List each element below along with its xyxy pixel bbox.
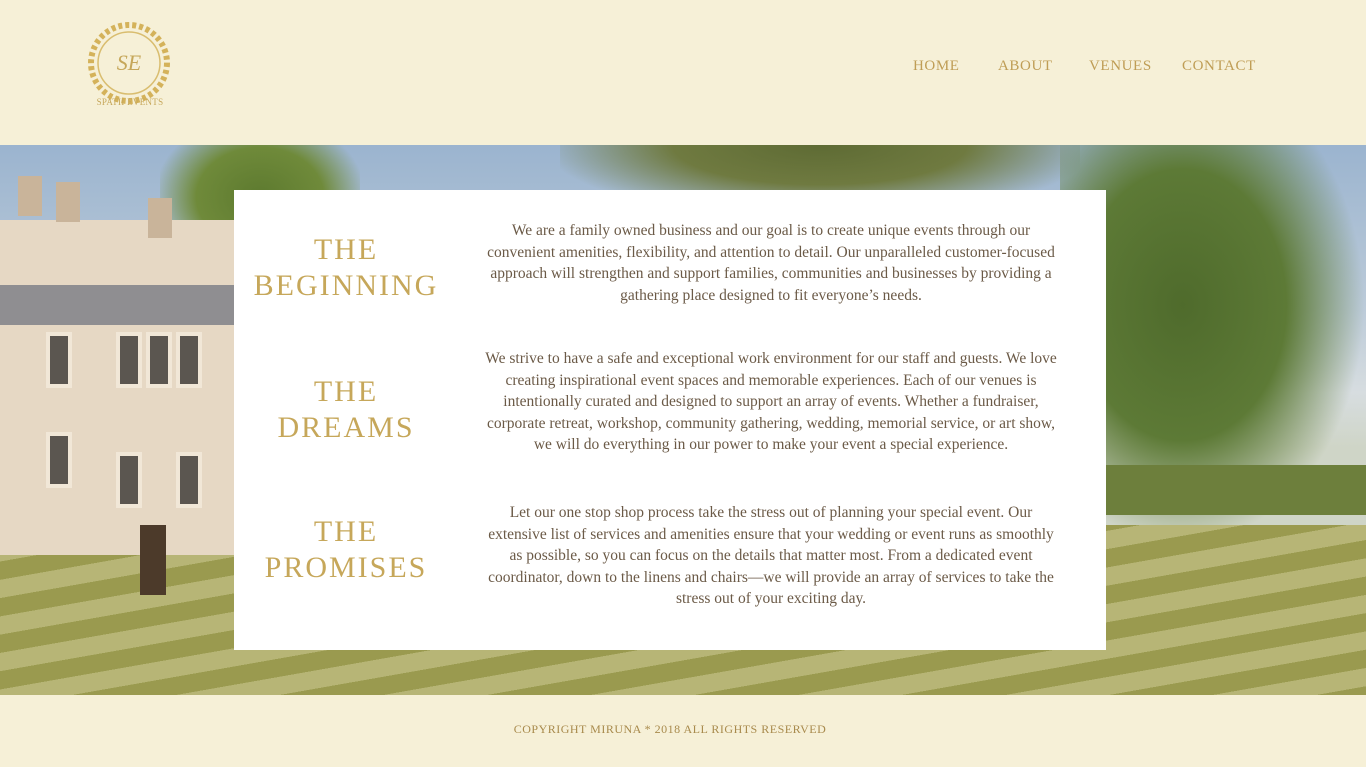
section-title-line1: THE: [313, 515, 379, 548]
section-title-line1: THE: [313, 233, 379, 266]
section-title-promises: THE PROMISES: [234, 514, 458, 586]
main-nav: HOME ABOUT VENUES CONTACT: [0, 58, 1366, 82]
section-text-beginning: We are a family owned business and our g…: [487, 222, 1055, 304]
site-footer: COPYRIGHT MIRUNA * 2018 ALL RIGHTS RESER…: [0, 695, 1366, 767]
house-window: [176, 332, 202, 388]
house-window: [176, 452, 202, 508]
house-window: [46, 332, 72, 388]
nav-about[interactable]: ABOUT: [998, 58, 1053, 75]
house-window: [116, 332, 142, 388]
chimney: [18, 176, 42, 216]
house-window: [116, 452, 142, 508]
chimney: [56, 182, 80, 222]
logo-name: SPATII EVENTS: [96, 97, 164, 107]
house-roof: [0, 285, 240, 325]
manor-house: [0, 176, 240, 595]
nav-contact[interactable]: CONTACT: [1182, 58, 1256, 75]
house-window: [146, 332, 172, 388]
site-header: SE SPATII EVENTS HOME ABOUT VENUES CONTA…: [0, 0, 1366, 145]
house-window: [46, 432, 72, 488]
chimney: [148, 198, 172, 238]
section-title-dreams: THE DREAMS: [234, 374, 458, 446]
nav-venues[interactable]: VENUES: [1089, 58, 1152, 75]
section-title-line2: BEGINNING: [253, 269, 439, 302]
section-text-promises: Let our one stop shop process take the s…: [488, 504, 1054, 608]
section-title-beginning: THE BEGINNING: [234, 232, 458, 304]
nav-home[interactable]: HOME: [913, 58, 960, 75]
section-title-line2: PROMISES: [264, 551, 428, 584]
about-content-card: THE BEGINNING We are a family owned busi…: [234, 190, 1106, 650]
house-door: [140, 525, 166, 595]
section-title-line1: THE: [313, 375, 379, 408]
section-text-dreams: We strive to have a safe and exceptional…: [485, 350, 1057, 454]
copyright-text: COPYRIGHT MIRUNA * 2018 ALL RIGHTS RESER…: [513, 722, 827, 736]
hedge: [1100, 465, 1366, 515]
section-title-line2: DREAMS: [277, 411, 415, 444]
